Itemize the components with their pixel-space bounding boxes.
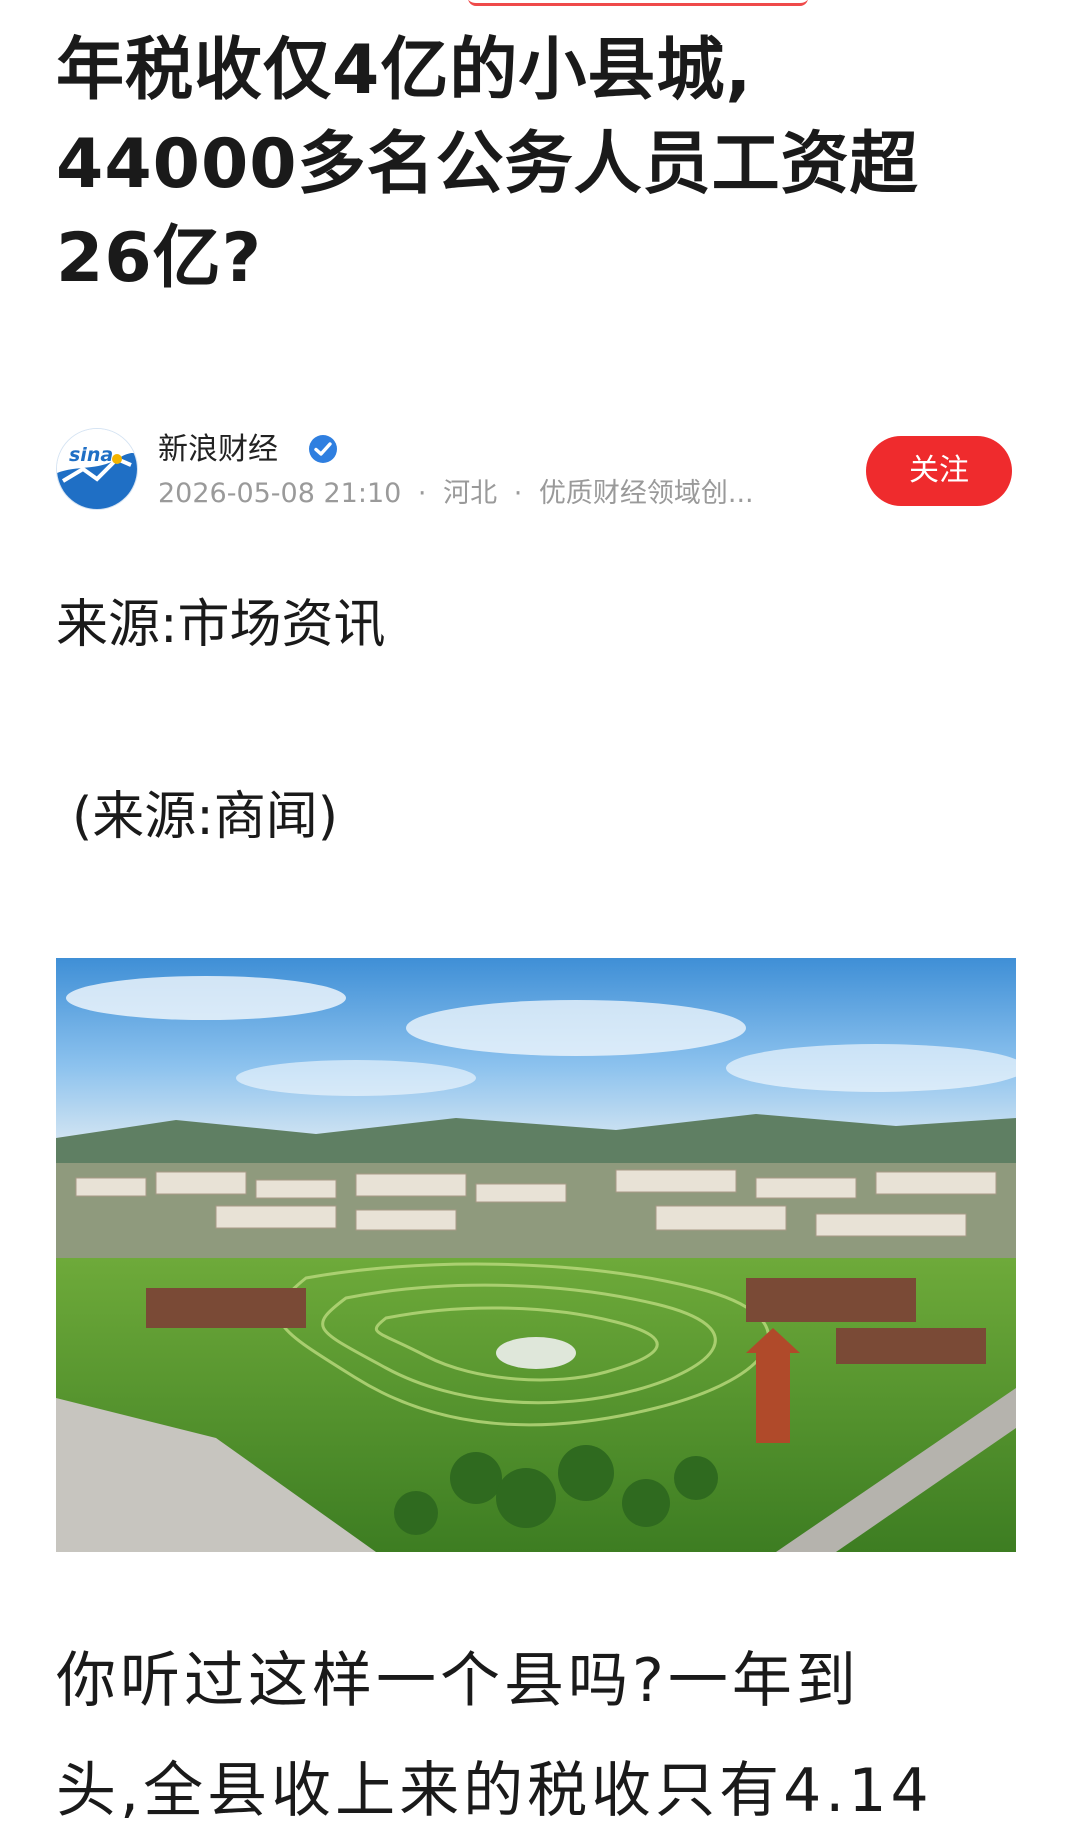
body-line-1: 你听过这样一个县吗?一年到 xyxy=(56,1646,860,1716)
article-title: 年税收仅4亿的小县城, 44000多名公务人员工资超 26亿? xyxy=(56,24,1016,306)
author-name[interactable]: 新浪财经 xyxy=(158,430,278,470)
author-avatar[interactable]: sina xyxy=(56,428,138,510)
author-tagline: 优质财经领域创... xyxy=(538,478,754,509)
follow-button[interactable]: 关注 xyxy=(866,436,1012,506)
title-line-1: 年税收仅4亿的小县城, xyxy=(56,31,753,110)
avatar-brand-text: sina xyxy=(69,444,113,466)
meta-separator: · xyxy=(417,478,427,509)
aerial-town-photo xyxy=(56,958,1016,1552)
publish-date: 2026-05-08 21:10 xyxy=(158,478,402,509)
author-meta: 2026-05-08 21:10 · 河北 · 优质财经领域创... xyxy=(158,476,754,512)
top-decorative-pill xyxy=(468,0,808,6)
source-line-secondary: (来源:商闻) xyxy=(72,787,339,847)
source-line: 来源:市场资讯 xyxy=(56,595,386,655)
body-line-2: 头,全县收上来的税收只有4.14 xyxy=(56,1756,933,1826)
article-hero-image[interactable] xyxy=(56,958,1016,1552)
title-line-3: 26亿? xyxy=(56,219,263,298)
verified-badge-icon xyxy=(309,435,337,463)
publish-location: 河北 xyxy=(443,478,498,509)
author-row: sina 新浪财经 2026-05-08 21:10 · 河北 · 优质财经领域… xyxy=(56,424,1016,520)
title-line-2: 44000多名公务人员工资超 xyxy=(56,125,919,204)
article-body-paragraph: 你听过这样一个县吗?一年到 头,全县收上来的税收只有4.14 xyxy=(56,1626,1021,1846)
sina-logo-icon: sina xyxy=(57,429,137,509)
meta-separator: · xyxy=(513,478,523,509)
